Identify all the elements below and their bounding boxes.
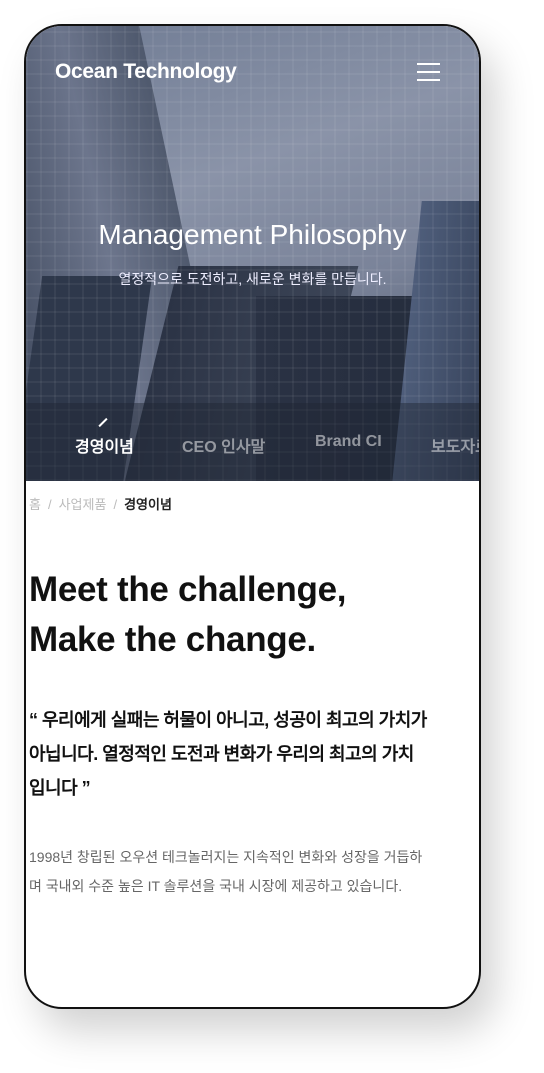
tab-philosophy[interactable]: 경영이념 [75,433,134,457]
hero-subtitle: 열정적으로 도전하고, 새로운 변화를 만듭니다. [118,271,387,287]
headline-line-2: Make the change. [29,620,316,659]
breadcrumb-current: 경영이념 [124,497,172,512]
tab-press-release[interactable]: 보도자료 [431,433,479,457]
section-tabs: 경영이념 CEO 인사말 Brand CI 보도자료 [26,403,479,481]
breadcrumb-home[interactable]: 홈 [29,497,41,512]
tab-ceo-greeting[interactable]: CEO 인사말 [182,433,265,457]
company-description: 1998년 창립된 오우션 테크놀러지는 지속적인 변화와 성장을 거듭하며 국… [29,849,423,894]
breadcrumb-products[interactable]: 사업제품 [59,497,107,512]
philosophy-quote: “ 우리에게 실패는 허물이 아니고, 성공이 최고의 가치가 아닙니다. 열정… [29,710,427,798]
logo[interactable]: Ocean Technology [55,60,237,84]
page-headline: Meet the challenge, Make the change. [29,565,346,665]
hamburger-icon[interactable] [417,63,440,81]
headline-line-1: Meet the challenge, [29,570,347,609]
breadcrumb: 홈 / 사업제품 / 경영이념 [29,497,172,512]
hero-title: Management Philosophy [98,219,407,250]
hero-banner: Ocean Technology Management Philosophy 열… [26,26,479,481]
tab-brand-ci[interactable]: Brand CI [315,433,382,451]
